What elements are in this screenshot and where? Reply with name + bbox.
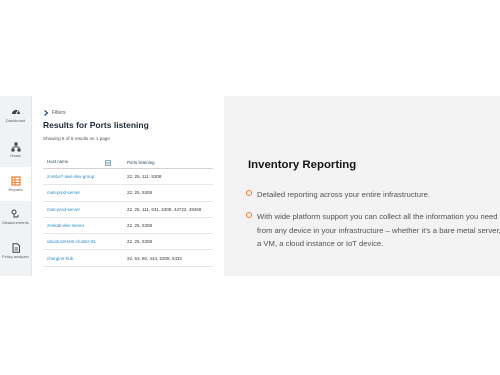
host-name-link[interactable]: chergine-hub [43, 249, 123, 267]
page-title: Results for Ports listening [43, 120, 149, 130]
chevron-right-icon [44, 110, 49, 116]
measurements-icon [11, 209, 18, 218]
host-name-link[interactable]: muti-prod-server [43, 184, 123, 202]
bullet-text: Detailed reporting across your entire in… [257, 190, 431, 199]
sidebar-item-label: Hosts [10, 152, 21, 158]
column-header-ports-listening[interactable]: Ports listening [123, 156, 213, 169]
results-table: Host name Ports listening zombo7-aws-dev… [43, 156, 213, 267]
feature-description: Inventory Reporting Detailed reporting a… [224, 96, 500, 276]
policy-analyzer-icon [12, 243, 20, 253]
table-row: ubuntu18-test-cluster-01 22, 25, 5308 [43, 233, 213, 251]
sidebar-item-reports[interactable]: Reports [0, 167, 31, 201]
sidebar-item-dashboard[interactable]: Dashboard [0, 98, 31, 132]
host-name-link[interactable]: zombo7-aws-dev-group [43, 168, 123, 186]
host-name-link[interactable]: zenkab-dev-server [43, 217, 123, 235]
sidebar-item-label: Dashboard [5, 117, 26, 123]
ports-cell: 22, 53, 80, 443, 5308, 5432 [123, 249, 213, 267]
results-panel: Filters Results for Ports listening Show… [32, 96, 222, 276]
bullet-text: With wide platform support you can colle… [257, 212, 500, 249]
table-row: zombo7-aws-dev-group 22, 25, 111, 5308 [43, 168, 213, 186]
hosts-icon [11, 142, 20, 152]
table-header-row: Host name Ports listening [43, 156, 213, 169]
filters-toggle[interactable]: Filters [43, 110, 66, 116]
screenshot-band: Dashboard Hosts Reports Measurements Pol… [0, 96, 500, 276]
column-header-host-name[interactable]: Host name [43, 156, 123, 169]
ports-cell: 22, 25, 111, 631, 5308, 44722, 49259 [123, 201, 213, 218]
table-row: muti-prod-server 22, 25, 111, 631, 5308,… [43, 201, 213, 218]
ports-cell: 22, 25, 5308 [123, 184, 213, 202]
feature-bullet: With wide platform support you can colle… [246, 210, 500, 251]
sidebar-item-label: Policy analyzer [2, 253, 29, 259]
table-row: zenkab-dev-server 22, 25, 5308 [43, 217, 213, 235]
sidebar-item-measurements[interactable]: Measurements [0, 200, 31, 234]
dashboard-icon [11, 109, 20, 115]
column-options-icon[interactable] [105, 159, 111, 166]
bullet-icon [246, 190, 252, 196]
feature-bullet: Detailed reporting across your entire in… [246, 188, 500, 202]
reports-icon [10, 176, 21, 186]
feature-title: Inventory Reporting [248, 159, 357, 171]
sidebar-item-policy-analyzer[interactable]: Policy analyzer [0, 234, 31, 268]
filters-label: Filters [52, 110, 66, 116]
host-name-link[interactable]: ubuntu18-test-cluster-01 [43, 233, 123, 251]
table-row: chergine-hub 22, 53, 80, 443, 5308, 5432 [43, 249, 213, 267]
sidebar-item-label: Measurements [2, 219, 29, 225]
ports-cell: 22, 25, 5308 [123, 233, 213, 251]
host-name-link[interactable]: muti-prod-server [43, 201, 123, 218]
sidebar-item-label: Reports [8, 186, 23, 192]
sidebar-item-hosts[interactable]: Hosts [0, 133, 31, 167]
column-header-label: Host name [47, 158, 69, 164]
bullet-icon [246, 212, 252, 218]
table-row: muti-prod-server 22, 25, 5308 [43, 184, 213, 202]
ports-cell: 22, 25, 5308 [123, 217, 213, 235]
ports-cell: 22, 25, 111, 5308 [123, 168, 213, 186]
results-count: Showing 6 of 6 results on 1 page [43, 136, 110, 141]
sidebar: Dashboard Hosts Reports Measurements Pol… [0, 96, 32, 276]
